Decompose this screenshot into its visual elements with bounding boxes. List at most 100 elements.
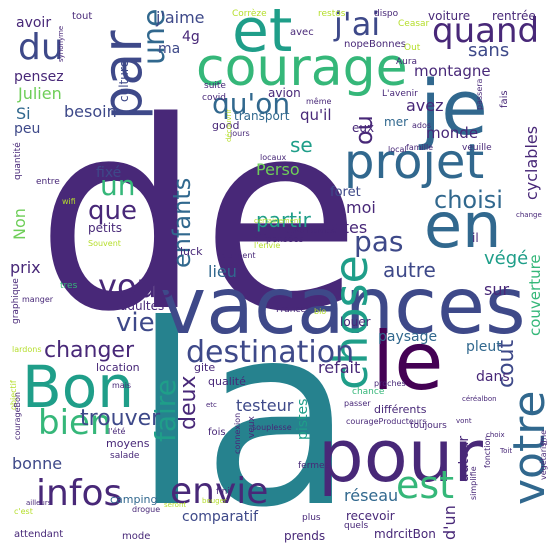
cloud-word-fais: fais <box>499 90 510 108</box>
cloud-word-pistes: pistes <box>295 398 311 440</box>
cloud-word-drogue: drogue <box>132 505 161 514</box>
cloud-word-out: Out <box>404 43 421 53</box>
cloud-word-decouvrir: découvrir <box>225 108 233 142</box>
cloud-word-si: Si <box>16 104 31 123</box>
cloud-word-tres: tres <box>60 281 78 291</box>
cloud-word-pensez: pensez <box>14 69 64 85</box>
cloud-word-differents: différents <box>374 403 427 416</box>
cloud-word-fois: fois <box>208 427 226 438</box>
cloud-word-souplesse: souplesse <box>252 423 292 432</box>
cloud-word-culture: culture <box>117 60 131 102</box>
cloud-word-proches: proches <box>374 379 406 388</box>
cloud-word-montagne: montagne <box>414 62 491 80</box>
cloud-word-reseau: réseau <box>344 486 399 505</box>
cloud-word-foret: foret <box>330 185 361 200</box>
cloud-word-qualite: qualité <box>208 375 246 388</box>
cloud-word-manger: manger <box>22 295 54 304</box>
cloud-word-changer: changer <box>44 338 135 363</box>
cloud-word-prends: prends <box>284 529 326 543</box>
cloud-word-cest: c'est <box>14 507 33 516</box>
cloud-word-il: il <box>472 231 479 245</box>
cloud-word-petits: petits <box>88 221 122 235</box>
cloud-word-toit: Toit <box>500 447 513 455</box>
cloud-word-bio: bio <box>314 307 327 316</box>
cloud-word-salade: salade <box>110 451 140 461</box>
cloud-word-lete: l'été <box>108 427 126 436</box>
cloud-word-vege: végé <box>484 248 529 269</box>
cloud-word-fixe: fixé <box>96 165 122 181</box>
cloud-word-local: local <box>388 145 407 154</box>
cloud-word-jaime: j'aime <box>156 8 205 27</box>
cloud-word-simplifie: simplifie <box>469 466 478 500</box>
cloud-word-connexion: connexion <box>233 412 242 454</box>
cloud-word-plus: plus <box>302 513 321 523</box>
cloud-word-quil: qu'il <box>300 106 332 124</box>
cloud-word-ma: ma <box>158 41 181 57</box>
cloud-word-julien: Julien <box>18 84 62 103</box>
cloud-word-passera: passera <box>475 78 484 110</box>
cloud-word-etc: etc <box>206 401 217 409</box>
cloud-word-change: change <box>516 211 542 219</box>
cloud-word-ados: ados <box>412 121 432 130</box>
cloud-word-bonne: bonne <box>12 454 63 473</box>
cloud-word-dans: dans <box>476 369 510 385</box>
cloud-word-lavenir: L'avenir <box>382 89 418 99</box>
cloud-word-vie: vie <box>116 308 155 338</box>
cloud-word-eux: eux <box>352 121 375 135</box>
cloud-word-dun: d'un <box>440 505 459 540</box>
cloud-word-cyclables: cyclables <box>522 125 541 200</box>
cloud-word-vegetarisme: végétarisme <box>539 429 548 480</box>
cloud-word-certainement: certainement <box>254 217 302 225</box>
cloud-word-peu: peu <box>14 121 41 137</box>
cloud-word-avion: avion <box>268 86 301 100</box>
cloud-word-fonction: fonction <box>483 435 492 468</box>
cloud-word-ont: ont <box>254 231 268 240</box>
cloud-word-tout: tout <box>72 11 93 22</box>
cloud-word-wifi: wifi <box>62 197 76 206</box>
cloud-word-chance: chance <box>352 387 385 397</box>
cloud-word-moyens: moyens <box>106 437 150 450</box>
cloud-word-4g: 4g <box>182 29 200 45</box>
cloud-word-mer: mer <box>384 115 409 129</box>
cloud-word-lenvie: l'envie <box>254 241 281 250</box>
cloud-word-non: Non <box>10 208 29 240</box>
cloud-word-pleut: pleut <box>466 339 502 355</box>
cloud-word-correze: Corrèze <box>232 9 267 19</box>
cloud-word-sans: sans <box>468 40 510 61</box>
cloud-word-transport: transport <box>234 109 290 123</box>
cloud-word-gite: gite <box>194 361 216 374</box>
cloud-word-aura: Aura <box>396 57 418 67</box>
cloud-word-location: location <box>96 361 140 374</box>
cloud-word-est: est <box>396 463 455 507</box>
cloud-word-camping: camping <box>110 493 158 506</box>
cloud-word-attendant: attendant <box>14 529 64 540</box>
cloud-word-avoir: avoir <box>16 15 52 31</box>
cloud-word-cerealbon: céréalbon <box>462 395 497 403</box>
cloud-word-mais: mais <box>112 381 132 390</box>
cloud-word-entre: entre <box>36 177 60 187</box>
cloud-word-seront: seront <box>164 501 187 509</box>
cloud-word-meme: même <box>306 97 332 106</box>
cloud-word-paysage: paysage <box>378 329 438 345</box>
cloud-word-bouger: bouger <box>202 497 227 505</box>
cloud-word-famille: famille <box>406 143 434 152</box>
cloud-word-mdrcitbon: mdrcitBon <box>374 527 436 541</box>
cloud-word-couverture: couverture <box>526 254 544 336</box>
cloud-word-perso: Perso <box>256 160 300 179</box>
cloud-word-besoin: besoin <box>64 102 117 121</box>
cloud-word-avez: avez <box>406 96 444 115</box>
cloud-word-souvent: Souvent <box>88 239 121 248</box>
cloud-word-quels: quels <box>344 521 369 531</box>
cloud-word-quantite: quantité <box>13 142 23 180</box>
cloud-word-rasnonbonnes: RasNonBonnes <box>282 227 335 235</box>
cloud-word-nopebonnes: nopeBonnes <box>344 39 406 50</box>
cloud-word-locaux: locaux <box>260 153 287 162</box>
cloud-word-tiennent: tiennent <box>222 251 256 260</box>
cloud-word-sur: sur <box>484 280 510 299</box>
cloud-word-luck: luck <box>180 245 203 258</box>
cloud-word-mode: mode <box>122 531 151 542</box>
cloud-word-monde: monde <box>426 124 479 142</box>
cloud-word-ici: ici <box>540 439 548 447</box>
cloud-word-autre: autre <box>383 258 436 282</box>
word-cloud: de la vacances pour courage et je Bon le… <box>0 0 557 558</box>
